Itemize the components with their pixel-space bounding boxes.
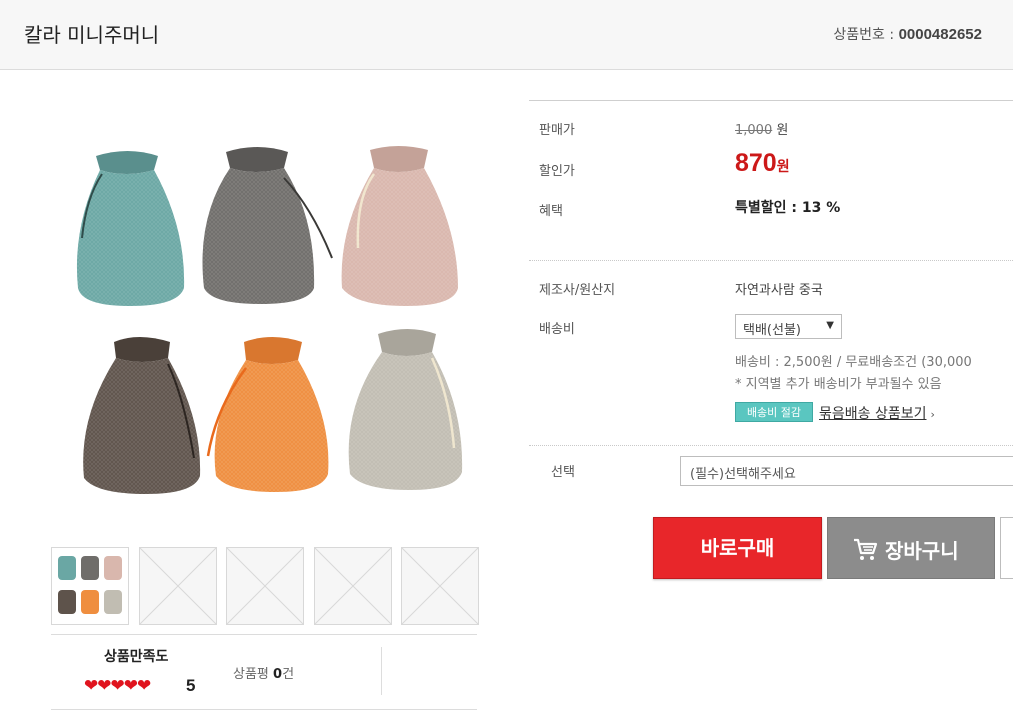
benefit-label: 혜택: [539, 204, 563, 219]
review-count-value: 0: [273, 667, 283, 682]
dropdown-arrow-icon: ▼: [826, 320, 834, 331]
info-divider-options: [529, 445, 1013, 446]
rating-divider-top: [51, 634, 477, 635]
pouch-orange: [206, 337, 329, 492]
thumbnail-5[interactable]: [401, 547, 479, 625]
info-divider-mid: [529, 260, 1013, 261]
shipping-saving-badge: 배송비 절감: [735, 402, 813, 422]
review-count[interactable]: 상품평 0건: [233, 663, 294, 682]
satisfaction-label: 상품만족도: [104, 649, 169, 665]
shipping-method-select[interactable]: 택배(선불) ▼: [735, 314, 842, 339]
rating-divider-bottom: [51, 709, 477, 710]
product-number: 상품번호 : 0000482652: [833, 24, 982, 44]
sale-price-unit: 원: [776, 123, 789, 138]
maker-origin-label: 제조사/원산지: [539, 283, 616, 298]
product-number-label: 상품번호 :: [833, 27, 895, 43]
discount-price: 870원: [735, 149, 790, 178]
shipping-method-value: 택배(선불): [743, 323, 801, 338]
discount-price-unit: 원: [776, 159, 790, 175]
option-select-value: (필수)선택해주세요: [690, 467, 796, 482]
maker-origin-value: 자연과사람 중국: [735, 283, 823, 298]
wishlist-button[interactable]: [1000, 517, 1013, 579]
product-number-value: 0000482652: [898, 26, 982, 43]
shipping-note: * 지역별 추가 배송비가 부과될수 있음: [735, 377, 942, 392]
pouch-brown: [83, 337, 201, 494]
chevron-right-icon: ›: [930, 408, 935, 421]
satisfaction-score: 5: [186, 676, 196, 695]
pouch-gray: [202, 147, 333, 304]
thumbnail-1[interactable]: [51, 547, 129, 625]
review-unit: 건: [282, 667, 295, 682]
option-select-label: 선택: [551, 465, 575, 480]
review-label: 상품평: [233, 667, 269, 682]
bundle-shipping-link-label: 묶음배송 상품보기: [819, 406, 927, 422]
option-select[interactable]: (필수)선택해주세요: [680, 456, 1013, 486]
thumbnail-4[interactable]: [314, 547, 392, 625]
discount-price-value: 870: [735, 149, 777, 177]
sale-price: 1,000 원: [735, 119, 788, 138]
rating-divider-vertical: [381, 647, 382, 695]
discount-price-label: 할인가: [539, 164, 575, 179]
thumbnail-3[interactable]: [226, 547, 304, 625]
main-product-image[interactable]: [66, 138, 468, 498]
benefit-value: 특별할인 : 13 %: [735, 200, 841, 216]
pouch-beige: [348, 329, 463, 490]
cart-icon: [852, 536, 878, 567]
buy-now-button[interactable]: 바로구매: [653, 517, 822, 579]
sale-price-value: 1,000: [735, 123, 773, 138]
thumbnail-2[interactable]: [139, 547, 217, 625]
product-title: 칼라 미니주머니: [24, 23, 160, 47]
shipping-label: 배송비: [539, 322, 575, 337]
product-header: 칼라 미니주머니 상품번호 : 0000482652: [0, 0, 1013, 70]
pouch-teal: [76, 151, 185, 306]
shipping-fee-text: 배송비 : 2,500원 / 무료배송조건 (30,000: [735, 355, 972, 370]
info-divider-top: [529, 100, 1013, 101]
add-to-cart-button[interactable]: 장바구니: [827, 517, 995, 579]
sale-price-label: 판매가: [539, 123, 575, 138]
pouch-pink: [341, 146, 458, 306]
bundle-shipping-link[interactable]: 묶음배송 상품보기 ›: [819, 403, 935, 423]
heart-rating-icons: ❤❤❤❤❤: [84, 676, 151, 696]
add-to-cart-label: 장바구니: [885, 539, 959, 563]
